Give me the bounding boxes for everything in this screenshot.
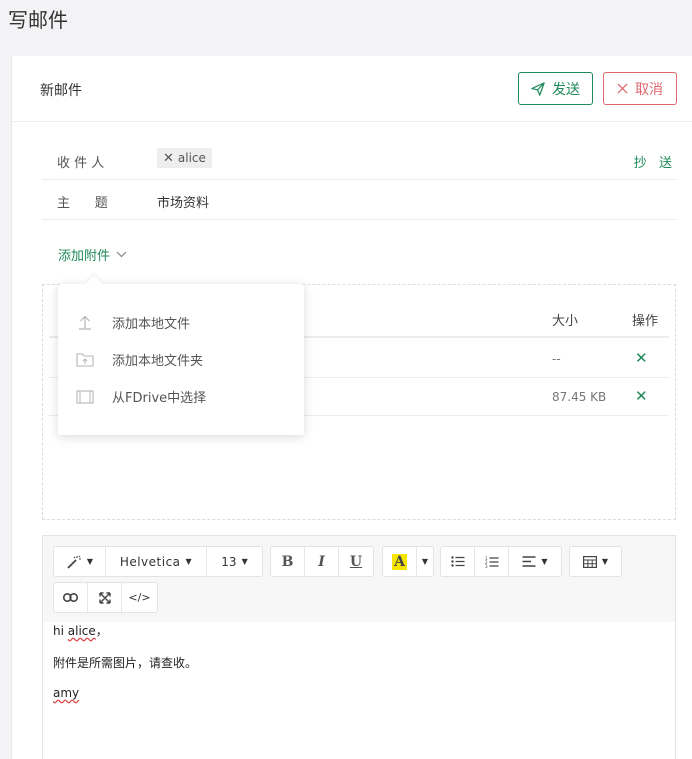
editor-toolbar: ▼ Helvetica ▼ 13 ▼ B I U A ▼ 1 2 3 ▼ ▼ <… (43, 536, 675, 622)
highlight-dropdown[interactable]: ▼ (417, 547, 433, 576)
greeting-prefix: hi (53, 624, 68, 638)
misc-group: </> (53, 582, 158, 613)
bullet-list-icon (450, 556, 464, 567)
menu-item-add-local-folder[interactable]: 添加本地文件夹 (76, 349, 203, 369)
bullet-list-button[interactable] (441, 547, 475, 576)
recipients-row: 收 件 人 ✕ alice 抄 送 (42, 140, 677, 180)
numbered-list-button[interactable]: 123 (475, 547, 509, 576)
caret-down-icon: ▼ (541, 557, 548, 566)
bold-button[interactable]: B (271, 547, 305, 576)
caret-down-icon: ▼ (185, 557, 193, 566)
remove-tag-icon[interactable]: ✕ (163, 151, 174, 166)
italic-button[interactable]: I (305, 547, 339, 576)
svg-text:3: 3 (485, 564, 488, 568)
menu-item-label: 添加本地文件夹 (112, 353, 204, 369)
subject-row: 主 题 市场资料 (42, 180, 677, 220)
cancel-button[interactable]: 取消 (603, 72, 677, 105)
add-attachment-label: 添加附件 (58, 249, 111, 264)
numbered-list-icon: 123 (485, 556, 498, 568)
caret-down-icon: ▼ (241, 557, 248, 566)
upload-icon (76, 314, 94, 330)
caret-down-icon: ▼ (421, 557, 429, 566)
link-icon (63, 593, 78, 602)
action-column-header: 操作 (632, 314, 659, 329)
file-size: 87.45 KB (552, 390, 607, 404)
send-label: 发送 (552, 81, 580, 98)
drive-icon (76, 389, 94, 404)
cc-link[interactable]: 抄 送 (634, 152, 672, 171)
recipient-tag[interactable]: ✕ alice (157, 148, 212, 168)
code-view-button[interactable]: </> (122, 583, 157, 612)
style-font-group: ▼ Helvetica ▼ 13 ▼ (53, 546, 263, 577)
recipients-label: 收 件 人 (57, 156, 105, 171)
add-attachment-button[interactable]: 添加附件 (58, 245, 127, 264)
chevron-down-icon (116, 251, 127, 258)
greeting-name: alice (67, 624, 96, 638)
underline-button[interactable]: U (339, 547, 373, 576)
size-column-header: 大小 (552, 314, 579, 329)
link-button[interactable] (54, 583, 88, 612)
subject-label: 主 题 (57, 196, 108, 211)
table-group: ▼ (569, 546, 622, 577)
folder-upload-icon (76, 352, 94, 367)
font-family-value: Helvetica (119, 554, 181, 569)
expand-icon (98, 591, 111, 604)
fullscreen-button[interactable] (88, 583, 122, 612)
paper-plane-icon (531, 81, 545, 96)
insert-table-button[interactable]: ▼ (570, 547, 621, 576)
caret-down-icon: ▼ (601, 557, 609, 566)
greeting-line: hi alice， (53, 622, 108, 639)
signature-line: amy (53, 686, 80, 700)
delete-icon[interactable]: ✕ (635, 349, 648, 367)
highlight-color-icon: A (392, 553, 407, 570)
subject-input[interactable]: 市场资料 (157, 192, 209, 211)
align-button[interactable]: ▼ (509, 547, 561, 576)
menu-item-add-local-file[interactable]: 添加本地文件 (76, 312, 190, 332)
menu-item-label: 从FDrive中选择 (112, 390, 207, 406)
menu-item-label: 添加本地文件 (112, 316, 191, 332)
message-editor: ▼ Helvetica ▼ 13 ▼ B I U A ▼ 1 2 3 ▼ ▼ <… (42, 535, 676, 759)
magic-wand-icon (67, 555, 81, 569)
font-family-select[interactable]: Helvetica ▼ (106, 547, 207, 576)
send-button[interactable]: 发送 (518, 72, 593, 105)
compose-card: 新邮件 发送 取消 收 件 人 ✕ alice 抄 送 主 题 市场资料 添加附… (11, 56, 692, 759)
paragraph-group: 123 ▼ (440, 546, 562, 577)
table-icon (582, 555, 597, 568)
file-size: -- (552, 352, 561, 366)
close-icon (617, 83, 628, 94)
highlight-button[interactable]: A (383, 547, 417, 576)
compose-title: 新邮件 (40, 83, 82, 99)
font-size-value: 13 (221, 554, 237, 569)
text-format-group: B I U (270, 546, 374, 577)
highlight-group: A ▼ (382, 546, 434, 577)
font-size-select[interactable]: 13 ▼ (207, 547, 262, 576)
menu-item-choose-fdrive[interactable]: 从FDrive中选择 (76, 386, 206, 406)
page-title: 写邮件 (8, 8, 68, 32)
recipient-name: alice (177, 151, 206, 165)
magic-style-button[interactable]: ▼ (54, 547, 106, 576)
cancel-label: 取消 (635, 81, 663, 98)
delete-icon[interactable]: ✕ (635, 387, 648, 405)
body-line: 附件是所需图片，请查收。 (53, 656, 198, 670)
compose-header: 新邮件 发送 取消 (12, 56, 692, 122)
caret-down-icon: ▼ (86, 557, 94, 566)
align-left-icon (522, 556, 536, 567)
greeting-suffix: ， (95, 624, 108, 638)
attachment-menu: 添加本地文件 添加本地文件夹 从FDrive中选择 (58, 284, 304, 435)
